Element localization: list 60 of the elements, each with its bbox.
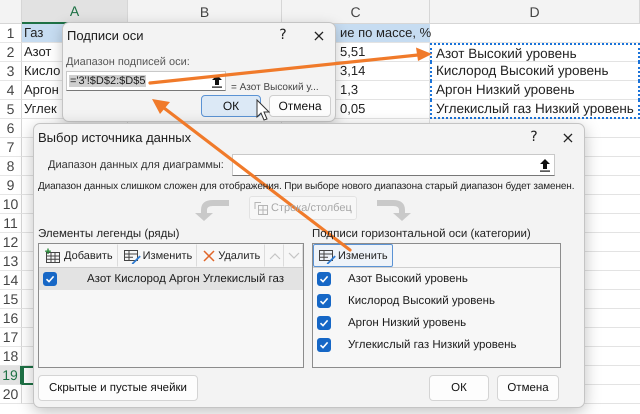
swap-icon <box>254 201 268 215</box>
column-header[interactable]: C <box>282 0 430 24</box>
dialog-title: Выбор источника данных <box>38 130 192 144</box>
check-icon <box>319 318 329 328</box>
table-cell: 1,3 <box>340 82 358 97</box>
cancel-button[interactable]: Отмена <box>497 375 559 401</box>
column-header[interactable]: D <box>430 0 640 24</box>
table-cell: Углекислый газ Низкий уровень <box>430 100 640 119</box>
chevron-down-icon <box>288 252 300 260</box>
close-button[interactable]: × <box>303 24 335 46</box>
row-header[interactable]: 19 <box>0 366 22 385</box>
section-label: Элементы легенды (ряды) <box>38 227 180 241</box>
hidden-cells-button[interactable]: Скрытые и пустые ячейки <box>38 375 198 401</box>
toolbar-button[interactable]: Изменить <box>118 244 198 267</box>
check-icon <box>45 274 55 284</box>
table-cell: Азот Высокий уровень <box>430 43 640 62</box>
close-button[interactable]: × <box>552 126 584 148</box>
ok-button[interactable]: ОК <box>201 95 261 117</box>
table-cell: 5,51 <box>340 44 366 59</box>
checkbox[interactable] <box>317 316 331 330</box>
help-button[interactable]: ? <box>518 126 550 148</box>
list-item[interactable]: Аргон Низкий уровень <box>313 312 560 334</box>
toolbar-button[interactable]: Добавить <box>39 244 118 267</box>
up-arrow-icon <box>539 158 551 172</box>
table-cell: 0,05 <box>340 101 366 116</box>
field-label: Диапазон данных для диаграммы: <box>48 159 224 171</box>
table-cell: Углек <box>24 101 57 116</box>
table-cell: 3,14 <box>340 63 366 78</box>
cancel-button[interactable]: Отмена <box>269 95 331 117</box>
table-cell: Кислород Высокий уровень <box>430 62 640 81</box>
chevron-up-icon <box>268 252 281 260</box>
check-icon <box>319 274 329 284</box>
table-edit-icon <box>122 248 141 264</box>
table-cell: Кисло <box>24 63 60 78</box>
input-field[interactable] <box>232 154 555 176</box>
check-icon <box>319 296 329 306</box>
column-header[interactable]: B <box>128 0 282 24</box>
column-header[interactable]: A <box>22 0 128 24</box>
toolbar-button[interactable]: Изменить <box>313 244 393 267</box>
table-add-icon <box>44 248 62 264</box>
table-edit-icon <box>318 248 336 264</box>
list-item[interactable]: Азот Высокий уровень <box>313 268 560 290</box>
table-cell: Аргон Низкий уровень <box>430 81 640 100</box>
list-item[interactable]: Азот Кислород Аргон Углекислый газ <box>39 268 303 290</box>
ok-button[interactable]: ОК <box>429 375 489 401</box>
list-item[interactable]: Углекислый газ Низкий уровень <box>313 334 560 356</box>
table-cell: Аргон <box>24 82 59 97</box>
field-label: Диапазон подписей оси: <box>66 55 191 69</box>
delete-icon <box>202 248 216 262</box>
input-field[interactable]: ='3'!$D$2:$D$5 <box>66 71 226 91</box>
list-item[interactable]: Кислород Высокий уровень <box>313 290 560 312</box>
check-icon <box>319 340 329 350</box>
toolbar-button[interactable]: Удалить <box>197 244 266 267</box>
preview-text: = Азот Высокий у... <box>231 82 319 94</box>
checkbox[interactable] <box>317 294 331 308</box>
checkbox[interactable] <box>317 338 331 352</box>
checkbox[interactable] <box>317 272 331 286</box>
checkbox[interactable] <box>43 272 57 286</box>
row-header[interactable]: 20 <box>0 385 22 404</box>
table-cell: Азот <box>24 44 52 59</box>
